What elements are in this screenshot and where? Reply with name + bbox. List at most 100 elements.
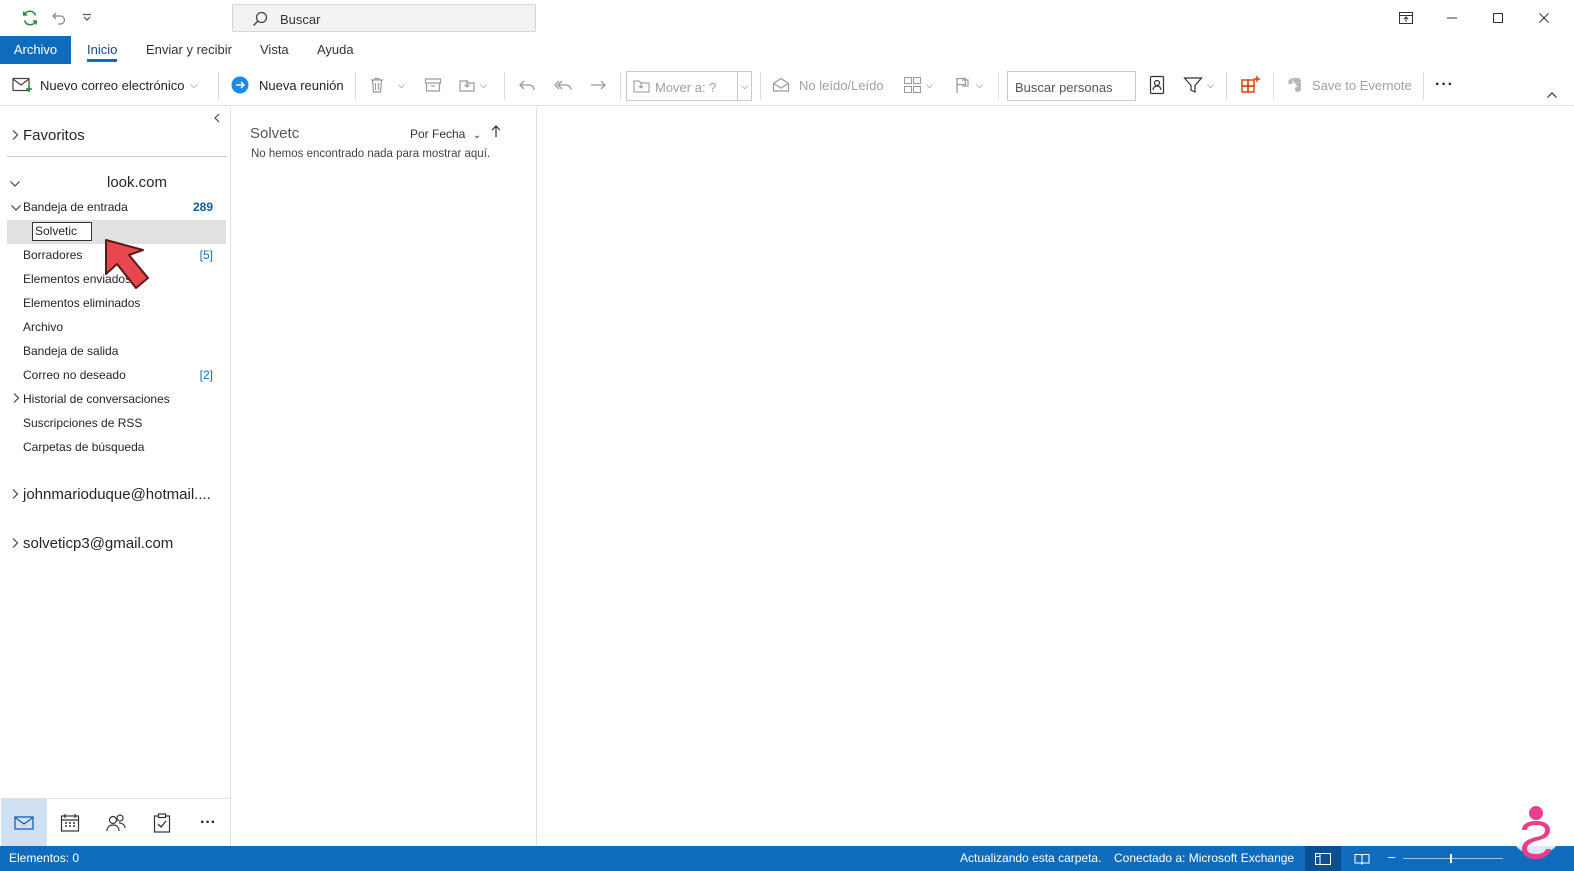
unread-read-button[interactable]: No leído/Leído [772, 70, 884, 100]
ribbon-separator [1423, 72, 1424, 100]
status-updating: Actualizando esta carpeta. [960, 851, 1102, 865]
reply-all-icon [553, 76, 573, 94]
customize-icon[interactable] [76, 8, 98, 28]
normal-view-icon[interactable] [1305, 846, 1341, 871]
sort-direction-icon[interactable] [490, 124, 502, 142]
minimize-icon[interactable] [1440, 6, 1464, 30]
new-mail-icon [12, 76, 32, 94]
move-button[interactable]: ⌵ [458, 70, 487, 100]
status-bar: Elementos: 0 Actualizando esta carpeta. … [0, 846, 1574, 871]
address-book-icon [1148, 75, 1166, 95]
forward-button[interactable] [588, 70, 608, 100]
more-modules-button[interactable]: ··· [185, 799, 231, 847]
folder-junk[interactable]: Correo no deseado [23, 368, 126, 382]
junk-count: [2] [199, 368, 213, 382]
maximize-icon[interactable] [1486, 6, 1510, 30]
mail-icon[interactable] [1, 799, 47, 847]
close-icon[interactable] [1532, 6, 1556, 30]
collapse-ribbon-icon[interactable] [1546, 88, 1558, 102]
empty-list-message: No hemos encontrado nada para mostrar aq… [251, 148, 491, 160]
status-connection: Conectado a: Microsoft Exchange [1114, 851, 1295, 865]
favorites-header[interactable]: Favoritos [23, 127, 85, 144]
chevron-down-icon[interactable]: ⌵ [976, 80, 983, 91]
tab-file[interactable]: Archivo [0, 36, 71, 64]
ribbon: Nuevo correo electrónico ⌵ Nueva reunión… [0, 66, 1574, 106]
search-input[interactable]: Buscar [232, 4, 536, 32]
filter-email-button[interactable]: ⌵ [1183, 70, 1214, 100]
chevron-right-icon[interactable] [12, 392, 20, 407]
reading-pane [538, 108, 1574, 846]
tasks-icon[interactable] [139, 799, 185, 847]
chevron-down-icon[interactable]: ⌵ [480, 80, 487, 91]
chevron-right-icon[interactable] [11, 129, 19, 144]
chevron-down-icon[interactable]: ⌵ [737, 72, 751, 100]
folder-rename-input[interactable]: Solvetic [32, 222, 92, 241]
ribbon-separator [1273, 72, 1274, 100]
new-meeting-label: Nueva reunión [259, 77, 344, 93]
folder-inbox[interactable]: Bandeja de entrada [23, 200, 128, 214]
title-bar: Buscar [0, 0, 1574, 36]
reading-view-icon[interactable] [1344, 846, 1380, 871]
ribbon-separator [504, 72, 505, 100]
reply-all-button[interactable] [553, 70, 573, 100]
search-people-input[interactable]: Buscar personas [1007, 71, 1136, 101]
folder-deleted[interactable]: Elementos eliminados [23, 296, 140, 310]
sync-icon[interactable] [19, 8, 41, 28]
chevron-down-icon[interactable] [10, 203, 22, 215]
new-meeting-button[interactable]: Nueva reunión [231, 70, 344, 100]
folder-rss[interactable]: Suscripciones de RSS [23, 416, 142, 430]
save-to-evernote-button[interactable]: Save to Evernote [1287, 70, 1412, 100]
get-addins-button[interactable] [1240, 70, 1262, 100]
account-header-gmail[interactable]: solveticp3@gmail.com [23, 535, 173, 552]
ribbon-separator [998, 72, 999, 100]
move-to-quickstep[interactable]: Mover a: ? ⌵ [626, 71, 752, 101]
chevron-right-icon[interactable] [11, 537, 19, 552]
reply-button[interactable] [517, 70, 537, 100]
drafts-count: [5] [199, 248, 213, 262]
chevron-down-icon[interactable]: ⌵ [1207, 80, 1214, 91]
calendar-icon[interactable] [47, 799, 93, 847]
tab-home[interactable]: Inicio [87, 36, 118, 64]
move-icon [633, 78, 651, 99]
chevron-right-icon[interactable] [11, 488, 19, 503]
zoom-out-icon[interactable]: – [1388, 849, 1395, 864]
ribbon-separator [1226, 72, 1227, 100]
tab-send-receive[interactable]: Enviar y recibir [146, 36, 232, 64]
folder-conversation-history[interactable]: Historial de conversaciones [23, 392, 170, 406]
address-book-button[interactable] [1148, 70, 1166, 100]
people-icon[interactable] [93, 799, 139, 847]
ribbon-separator [218, 72, 219, 100]
new-email-button[interactable]: Nuevo correo electrónico ⌵ [12, 70, 197, 100]
ribbon-display-icon[interactable] [1394, 6, 1418, 30]
zoom-slider-thumb[interactable] [1450, 854, 1452, 863]
new-email-label: Nuevo correo electrónico [40, 77, 185, 93]
folder-search-folders[interactable]: Carpetas de búsqueda [23, 440, 144, 454]
archive-icon [424, 76, 442, 94]
account-header-outlook[interactable]: look.com [107, 174, 167, 191]
categorize-button[interactable]: ⌵ [903, 70, 933, 100]
solvetic-logo-icon [1509, 801, 1563, 859]
collapse-pane-icon[interactable] [213, 110, 221, 128]
folder-archive[interactable]: Archivo [23, 320, 63, 334]
account-header-hotmail[interactable]: johnmarioduque@hotmail.... [23, 486, 211, 503]
chevron-down-icon[interactable]: ⌵ [398, 80, 405, 91]
more-options-button[interactable]: ··· [1435, 70, 1454, 100]
chevron-down-icon[interactable] [9, 179, 21, 191]
chevron-down-icon[interactable]: ⌵ [926, 80, 933, 91]
follow-up-button[interactable]: ⌵ [954, 70, 983, 100]
folder-drafts[interactable]: Borradores [23, 248, 82, 262]
chevron-down-icon[interactable]: ⌵ [191, 80, 198, 91]
zoom-slider[interactable] [1403, 854, 1503, 863]
tab-help[interactable]: Ayuda [317, 36, 354, 64]
sort-label: Por Fecha [410, 127, 466, 141]
filter-icon [1183, 76, 1203, 94]
folder-outbox[interactable]: Bandeja de salida [23, 344, 118, 358]
flag-icon [954, 76, 972, 94]
undo-icon[interactable] [48, 8, 70, 28]
sort-by-dropdown[interactable]: Por Fecha ⌄ [410, 127, 481, 141]
delete-button[interactable]: ⌵ [368, 70, 405, 100]
tab-view[interactable]: Vista [260, 36, 289, 64]
archive-button[interactable] [424, 70, 442, 100]
reply-icon [517, 76, 537, 94]
module-nav: ··· [0, 798, 231, 847]
